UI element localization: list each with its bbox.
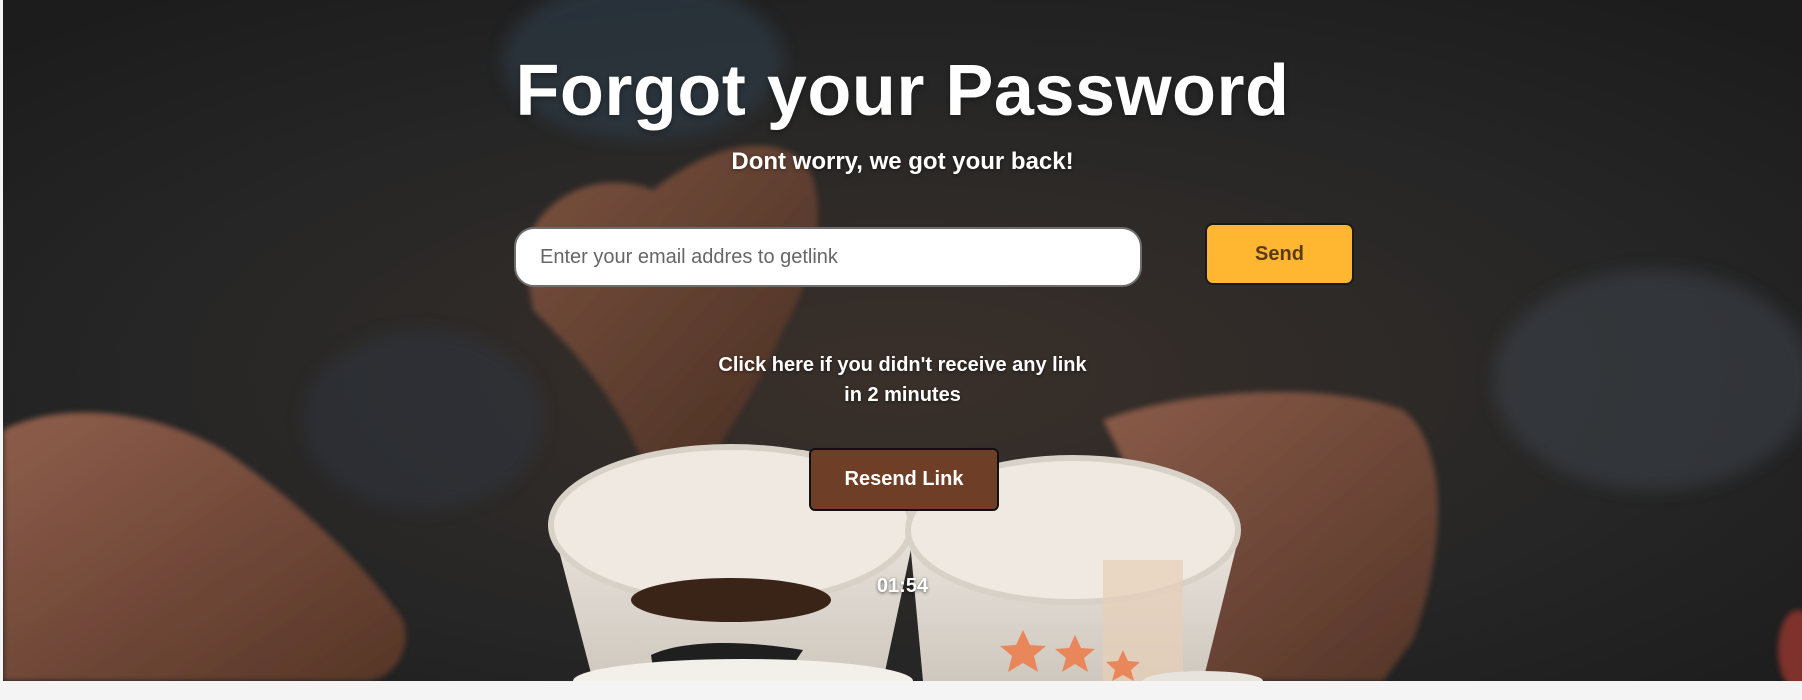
forgot-password-panel: Forgot your Password Dont worry, we got … xyxy=(3,0,1802,681)
resend-hint-line1: Click here if you didn't receive any lin… xyxy=(718,354,1087,376)
hero-section: Forgot your Password Dont worry, we got … xyxy=(3,0,1802,681)
page-subtitle: Dont worry, we got your back! xyxy=(731,148,1074,175)
page-bottom-strip xyxy=(0,681,1802,700)
resend-link-button[interactable]: Resend Link xyxy=(809,448,999,511)
resend-hint-line2: in 2 minutes xyxy=(844,384,961,406)
email-input[interactable] xyxy=(514,227,1142,287)
page-title: Forgot your Password xyxy=(515,51,1290,131)
countdown-timer: 01:54 xyxy=(876,575,929,597)
send-button[interactable]: Send xyxy=(1205,223,1354,285)
resend-hint: Click here if you didn't receive any lin… xyxy=(3,350,1802,410)
